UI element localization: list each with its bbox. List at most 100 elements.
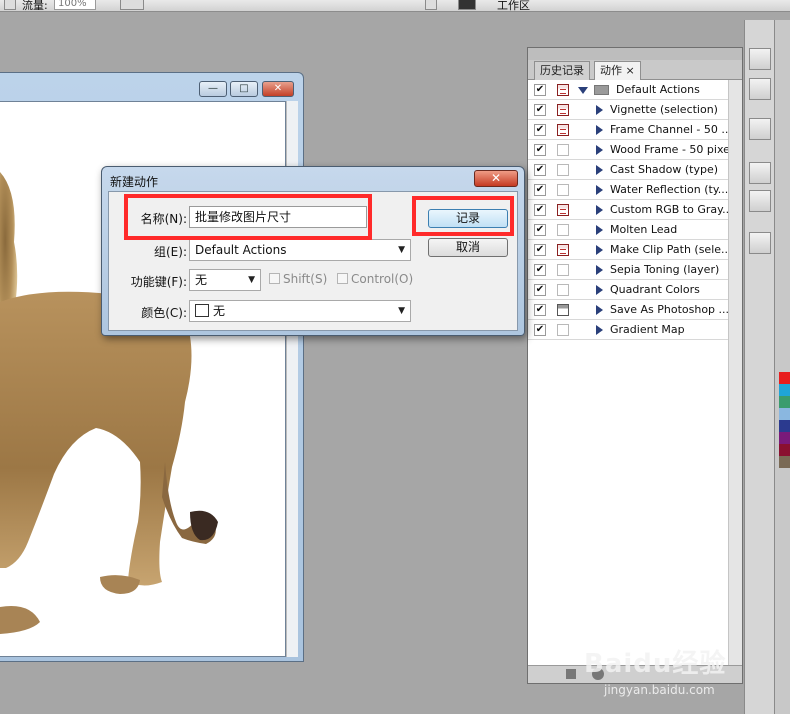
document-window: — □ ✕ xyxy=(0,72,304,662)
toggle-checkbox[interactable]: ✔ xyxy=(534,84,546,96)
list-item[interactable]: ✔ Custom RGB to Gray... xyxy=(528,200,733,220)
list-item[interactable]: ✔ Quadrant Colors xyxy=(528,280,728,300)
toggle-checkbox[interactable]: ✔ xyxy=(534,284,546,296)
list-item[interactable]: ✔ Vignette (selection) xyxy=(528,100,728,120)
list-item[interactable]: ✔ Wood Frame - 50 pixel xyxy=(528,140,733,160)
dialog-toggle-icon[interactable] xyxy=(557,204,569,216)
toggle-checkbox[interactable]: ✔ xyxy=(534,164,546,176)
brush-tool-icon[interactable] xyxy=(749,118,771,140)
dialog-toggle-icon[interactable] xyxy=(557,144,569,156)
expand-arrow-icon[interactable] xyxy=(596,245,603,255)
expand-arrow-icon[interactable] xyxy=(596,265,603,275)
tab-close-icon[interactable]: × xyxy=(626,64,635,77)
watermark: Baidu经验 jingyan.baidu.com xyxy=(584,643,754,713)
function-key-label: 功能键(F): xyxy=(130,275,187,289)
dialog-toggle-icon[interactable] xyxy=(557,104,569,116)
panel-tabs: 历史记录 动作 × xyxy=(528,60,742,80)
color-swatch[interactable] xyxy=(779,444,790,456)
dialog-close-button[interactable]: ✕ xyxy=(474,170,518,187)
character-icon[interactable] xyxy=(749,162,771,184)
toggle-checkbox[interactable]: ✔ xyxy=(534,104,546,116)
expand-arrow-icon[interactable] xyxy=(596,285,603,295)
minimize-button[interactable]: — xyxy=(199,81,227,97)
dialog-toggle-icon[interactable] xyxy=(557,224,569,236)
dialog-toggle-icon[interactable] xyxy=(557,304,569,316)
navigator-icon[interactable] xyxy=(749,48,771,70)
options-bar: 流量: 100% 工作区 xyxy=(0,0,790,12)
toggle-checkbox[interactable]: ✔ xyxy=(534,144,546,156)
dialog-toggle-icon[interactable] xyxy=(557,84,569,96)
shift-checkbox[interactable]: Shift(S) xyxy=(269,272,327,286)
list-item[interactable]: ✔ Water Reflection (ty... xyxy=(528,180,728,200)
action-label: Custom RGB to Gray... xyxy=(610,203,733,216)
expand-arrow-icon[interactable] xyxy=(596,205,603,215)
document-titlebar[interactable]: — □ ✕ xyxy=(0,73,303,101)
expand-arrow-icon[interactable] xyxy=(596,305,603,315)
dialog-title: 新建动作 xyxy=(110,175,159,189)
expand-arrow-icon[interactable] xyxy=(596,125,603,135)
list-item[interactable]: ✔ Make Clip Path (sele... xyxy=(528,240,732,260)
color-swatch[interactable] xyxy=(779,408,790,420)
close-button[interactable]: ✕ xyxy=(262,81,294,97)
screen-mode-icon[interactable] xyxy=(425,0,437,10)
toggle-checkbox[interactable]: ✔ xyxy=(534,324,546,336)
tab-actions[interactable]: 动作 × xyxy=(594,61,641,80)
toggle-checkbox[interactable]: ✔ xyxy=(534,124,546,136)
dialog-toggle-icon[interactable] xyxy=(557,184,569,196)
toggle-checkbox[interactable]: ✔ xyxy=(534,224,546,236)
toggle-checkbox[interactable]: ✔ xyxy=(534,244,546,256)
list-item[interactable]: ✔ Save As Photoshop ... xyxy=(528,300,729,320)
play-icon[interactable] xyxy=(749,78,771,100)
dialog-toggle-icon[interactable] xyxy=(557,264,569,276)
paragraph-icon[interactable] xyxy=(749,190,771,212)
list-item[interactable]: ✔ Default Actions xyxy=(528,80,728,100)
list-item[interactable]: ✔ Sepia Toning (layer) xyxy=(528,260,728,280)
swatches-panel xyxy=(774,20,790,714)
expand-arrow-icon[interactable] xyxy=(596,165,603,175)
dialog-toggle-icon[interactable] xyxy=(557,284,569,296)
toggle-checkbox[interactable]: ✔ xyxy=(534,204,546,216)
toggle-checkbox[interactable]: ✔ xyxy=(534,304,546,316)
expand-arrow-icon[interactable] xyxy=(596,225,603,235)
color-swatch[interactable] xyxy=(779,456,790,468)
expand-arrow-icon[interactable] xyxy=(596,185,603,195)
dropdown-icon[interactable] xyxy=(4,0,16,10)
expand-arrow-icon[interactable] xyxy=(596,145,603,155)
cancel-button[interactable]: 取消 xyxy=(428,238,508,257)
color-swatch[interactable] xyxy=(779,432,790,444)
dialog-toggle-icon[interactable] xyxy=(557,324,569,336)
flow-input[interactable]: 100% xyxy=(54,0,96,10)
toggle-checkbox[interactable]: ✔ xyxy=(534,264,546,276)
action-label: Gradient Map xyxy=(610,323,685,336)
workspace-menu[interactable]: 工作区 xyxy=(497,0,530,13)
bridge-icon[interactable] xyxy=(458,0,476,10)
list-item[interactable]: ✔ Molten Lead xyxy=(528,220,728,240)
list-item[interactable]: ✔ Gradient Map xyxy=(528,320,728,340)
toggle-checkbox[interactable]: ✔ xyxy=(534,184,546,196)
expand-arrow-icon[interactable] xyxy=(596,325,603,335)
maximize-button[interactable]: □ xyxy=(230,81,258,97)
dialog-toggle-icon[interactable] xyxy=(557,244,569,256)
airbrush-icon[interactable] xyxy=(120,0,144,10)
tab-history[interactable]: 历史记录 xyxy=(534,61,590,80)
list-item[interactable]: ✔ Frame Channel - 50 ... xyxy=(528,120,732,140)
notes-icon[interactable] xyxy=(749,232,771,254)
dialog-toggle-icon[interactable] xyxy=(557,164,569,176)
control-checkbox[interactable]: Control(O) xyxy=(337,272,413,286)
color-swatch[interactable] xyxy=(779,372,790,384)
group-select[interactable]: Default Actions ▼ xyxy=(189,239,411,261)
actions-scrollbar[interactable] xyxy=(728,80,742,665)
stop-icon[interactable] xyxy=(566,669,576,679)
list-item[interactable]: ✔ Cast Shadow (type) xyxy=(528,160,728,180)
color-swatch[interactable] xyxy=(779,396,790,408)
expand-arrow-icon[interactable] xyxy=(578,87,588,94)
action-label: Vignette (selection) xyxy=(610,103,718,116)
expand-arrow-icon[interactable] xyxy=(596,105,603,115)
panel-header[interactable] xyxy=(528,48,742,60)
dialog-body: 名称(N): 批量修改图片尺寸 组(E): Default Actions ▼ 功… xyxy=(108,191,518,331)
color-select[interactable]: 无 ▼ xyxy=(189,300,411,322)
color-swatch[interactable] xyxy=(779,420,790,432)
color-swatch[interactable] xyxy=(779,384,790,396)
dialog-toggle-icon[interactable] xyxy=(557,124,569,136)
function-key-select[interactable]: 无 ▼ xyxy=(189,269,261,291)
